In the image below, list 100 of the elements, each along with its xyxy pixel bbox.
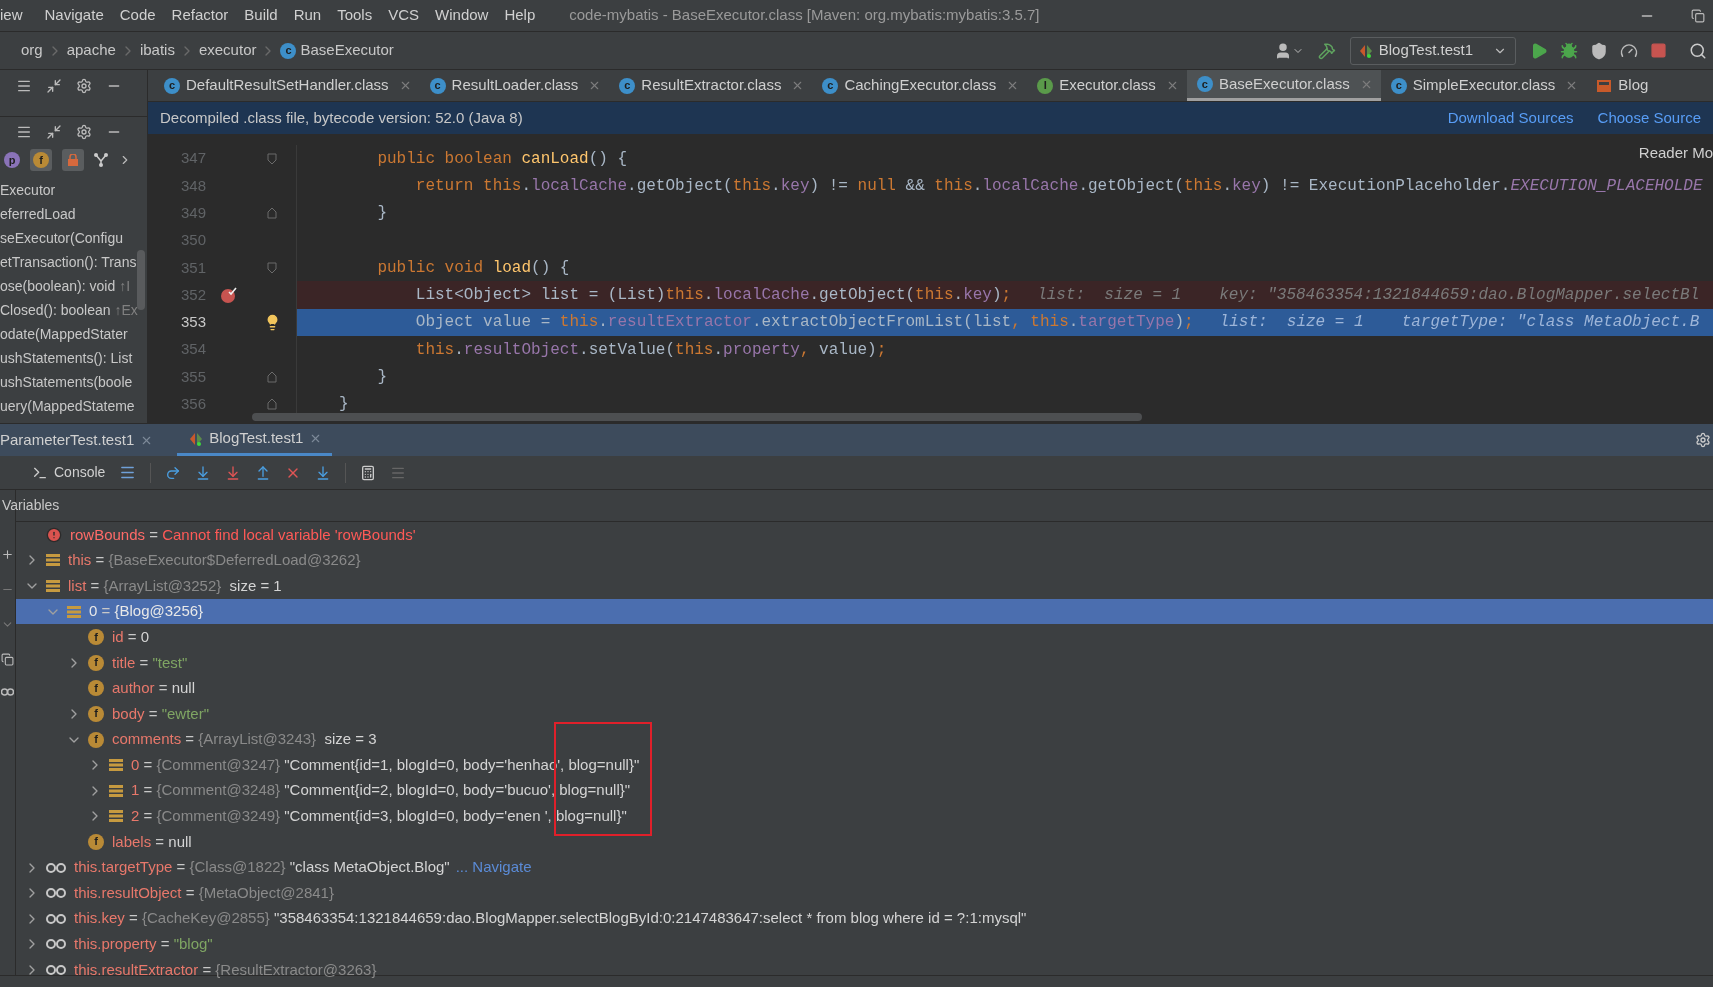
- fold-marker-icon[interactable]: [267, 371, 277, 383]
- structure-item[interactable]: Closed(): boolean: [0, 299, 111, 321]
- inline-value-hint: list: size = 1: [1037, 285, 1182, 307]
- variables-title: Variables: [2, 496, 60, 515]
- restore-icon[interactable]: [1691, 8, 1705, 23]
- menu-item[interactable]: Refactor: [163, 4, 237, 27]
- inline-value-hint: key: "358463354:1321844659:dao.BlogMapper.selectBl: [1219, 285, 1700, 307]
- menu-item[interactable]: Run: [285, 4, 330, 27]
- expand-all-icon[interactable]: [16, 78, 32, 94]
- settings-icon[interactable]: [1695, 432, 1711, 448]
- structure-item[interactable]: eferredLoad: [0, 203, 76, 225]
- gauge-icon[interactable]: [1620, 41, 1638, 60]
- collapse-all-icon[interactable]: [46, 78, 62, 94]
- variable-row[interactable]: rowBounds = Cannot find local variable 'rowBounds': [16, 522, 1713, 548]
- variable-text: body = "ewter": [112, 703, 209, 724]
- calculator-icon[interactable]: [360, 464, 377, 481]
- settings-icon[interactable]: [76, 123, 92, 140]
- variable-row[interactable]: 0 = {Blog@3256}: [16, 598, 1713, 625]
- fold-marker-icon[interactable]: [267, 152, 277, 165]
- structure-item[interactable]: etTransaction(): Trans: [0, 251, 137, 273]
- menu-item[interactable]: iew: [0, 4, 37, 27]
- variable-row[interactable]: f labels = null: [16, 829, 1713, 855]
- line-number: 349: [180, 203, 206, 223]
- variable-row[interactable]: 1 = {Comment@3248} "Comment{id=2, blogId=0, body='bucuo', blog=null}": [16, 777, 1713, 804]
- editor-tab[interactable]: c DefaultResultSetHandler.class: [154, 70, 420, 101]
- variable-row[interactable]: f id = 0: [16, 624, 1713, 650]
- breadcrumb-item[interactable]: executor: [198, 39, 257, 62]
- variable-row[interactable]: this.resultExtractor = {ResultExtractor@3263}: [16, 957, 1713, 983]
- variable-row[interactable]: this.resultObject = {MetaObject@2841}: [16, 880, 1713, 906]
- variable-row[interactable]: 2 = {Comment@3249} "Comment{id=3, blogId=0, body='enen ', blog=null}": [16, 803, 1713, 830]
- decompiled-notice: Decompiled .class file, bytecode version: 52.0 (Java 8): [160, 107, 523, 128]
- structure-item[interactable]: odate(MappedStater: [0, 323, 128, 345]
- debug-session-tab[interactable]: ParameterTest.test1: [0, 424, 164, 456]
- menu-item[interactable]: VCS: [380, 4, 428, 27]
- line-number: 355: [180, 366, 206, 387]
- lock-icon[interactable]: [62, 149, 84, 171]
- editor-tab[interactable]: c SimpleExecutor.class: [1380, 70, 1587, 101]
- debug-session-tab[interactable]: BlogTest.test1: [177, 424, 333, 456]
- menu-item[interactable]: Code: [111, 4, 164, 27]
- menu-item[interactable]: Build: [236, 4, 286, 27]
- variable-text: author = null: [112, 678, 195, 699]
- editor-tab[interactable]: I Executor.class: [1027, 70, 1187, 101]
- banner-link[interactable]: Download Sources: [1447, 106, 1574, 130]
- structure-item[interactable]: ose(boolean): void: [0, 275, 116, 297]
- frames-icon[interactable]: [119, 464, 137, 481]
- run-configuration-dropdown[interactable]: BlogTest.test1: [1349, 36, 1516, 65]
- stop-icon[interactable]: [1650, 42, 1667, 59]
- scrollbar[interactable]: [137, 250, 145, 310]
- variable-row[interactable]: this.key = {CacheKey@2855} "358463354:1321844659:dao.BlogMapper.selectBlogById:0:2147483647:select * from blog where id = ?:1:mysql": [16, 905, 1713, 932]
- breadcrumb-item[interactable]: BaseExecutor: [300, 39, 394, 62]
- variable-row[interactable]: f author = null: [16, 675, 1713, 702]
- glasses-icon[interactable]: [1, 688, 14, 696]
- variable-row[interactable]: this = {BaseExecutor$DeferredLoad@3262}: [16, 547, 1713, 574]
- run-icon[interactable]: [1530, 41, 1548, 60]
- variable-text: this = {BaseExecutor$DeferredLoad@3262}: [68, 550, 361, 571]
- settings-icon[interactable]: [76, 78, 92, 94]
- variable-row[interactable]: this.targetType = {Class@1822} "class MetaObject.Blog" ... Navigate: [16, 854, 1713, 881]
- editor-tab[interactable]: c CachingExecutor.class: [812, 70, 1028, 101]
- add-icon[interactable]: [1, 548, 14, 561]
- line-number: 351: [180, 257, 206, 278]
- structure-item[interactable]: ushStatements(boole: [0, 371, 133, 393]
- shield-icon[interactable]: [1590, 41, 1608, 60]
- breadcrumb-item[interactable]: org: [21, 39, 43, 62]
- breadcrumb-item[interactable]: apache: [66, 39, 116, 62]
- variable-row[interactable]: f title = "test": [16, 649, 1713, 676]
- structure-item[interactable]: Executor: [0, 179, 56, 201]
- collapse-all-icon[interactable]: [46, 123, 62, 140]
- variable-text: this.resultExtractor = {ResultExtractor@3263}: [74, 959, 377, 980]
- search-icon[interactable]: [1689, 41, 1707, 60]
- variable-row[interactable]: f body = "ewter": [16, 701, 1713, 727]
- fold-marker-icon[interactable]: [267, 207, 277, 220]
- variable-row[interactable]: this.property = "blog": [16, 931, 1713, 958]
- editor-tab[interactable]: c BaseExecutor.class: [1186, 70, 1381, 101]
- variable-text: title = "test": [112, 652, 188, 673]
- menu-item[interactable]: Help: [496, 4, 544, 27]
- breadcrumb-item[interactable]: ibatis: [139, 39, 175, 62]
- hierarchy-icon[interactable]: [94, 153, 108, 167]
- code-line: this.resultObject.setValue(this.property, value);: [414, 339, 887, 361]
- scrollbar[interactable]: [252, 413, 1142, 421]
- step-over-icon[interactable]: [165, 464, 182, 481]
- breakpoint-icon[interactable]: [220, 286, 238, 305]
- structure-item[interactable]: ushStatements(): List: [0, 347, 133, 369]
- structure-item[interactable]: seExecutor(Configu: [0, 227, 123, 249]
- editor-tab[interactable]: c ResultLoader.class: [419, 70, 610, 101]
- variable-text: comments = {ArrayList@3243} size = 3: [112, 729, 377, 750]
- menu-item[interactable]: Tools: [329, 4, 381, 27]
- banner-link[interactable]: Choose Source: [1597, 106, 1701, 130]
- copy-icon[interactable]: [1, 653, 14, 666]
- editor-tab[interactable]: c ResultExtractor.class: [609, 70, 813, 101]
- editor-tab[interactable]: Blog: [1586, 70, 1657, 101]
- variable-row[interactable]: f comments = {ArrayList@3243} size = 3: [16, 726, 1713, 753]
- menu-item[interactable]: Window: [427, 4, 497, 27]
- variable-row[interactable]: list = {ArrayList@3252} size = 1: [16, 573, 1713, 599]
- menu-item[interactable]: Navigate: [36, 4, 112, 27]
- fold-marker-icon[interactable]: [267, 398, 277, 411]
- hammer-icon[interactable]: [1317, 41, 1336, 60]
- fold-marker-icon[interactable]: [267, 261, 277, 274]
- structure-item[interactable]: uery(MappedStateme: [0, 395, 135, 417]
- bug-icon[interactable]: [1560, 41, 1578, 60]
- console-tab[interactable]: Console: [32, 462, 106, 483]
